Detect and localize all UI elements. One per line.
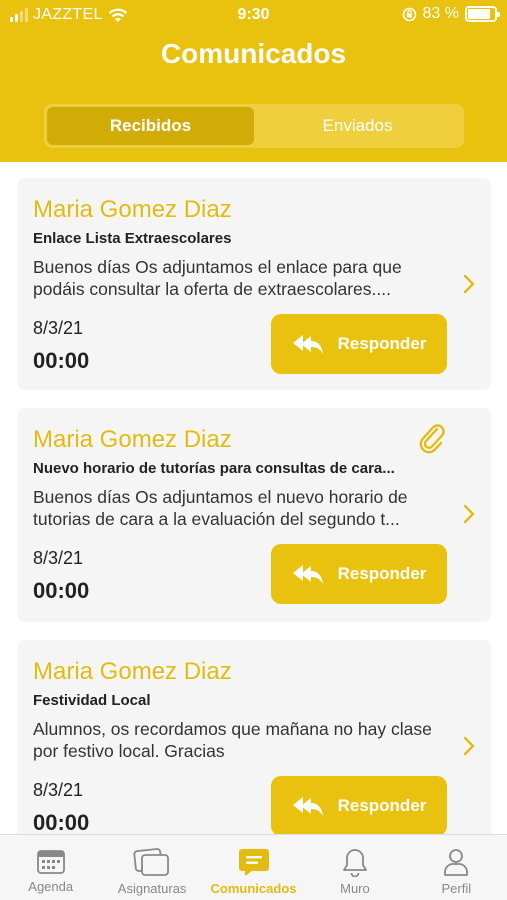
message-preview: Buenos días Os adjuntamos el nuevo horar… (33, 487, 408, 529)
tab-recibidos[interactable]: Recibidos (47, 107, 254, 145)
cards-icon (133, 848, 170, 876)
message-time: 00:00 (33, 810, 90, 834)
message-subject: Festividad Local (33, 692, 151, 709)
reply-button[interactable]: Responder (271, 544, 447, 604)
segmented-control: Recibidos Enviados (44, 104, 464, 148)
message-subject: Nuevo horario de tutorías para consultas… (33, 460, 395, 477)
tab-label: Asignaturas (117, 881, 187, 896)
chat-bubble-icon (238, 849, 269, 876)
tab-label: Comunicados (210, 881, 297, 896)
battery-percentage: 83 % (422, 5, 459, 22)
tab-comunicados[interactable]: Comunicados (203, 835, 304, 900)
person-icon (444, 849, 469, 876)
bell-icon (343, 849, 367, 877)
reply-all-icon (292, 797, 323, 816)
message-preview: Buenos días Os adjuntamos el enlace para… (33, 257, 402, 299)
status-bar: JAZZTEL 9:30 83 % (0, 0, 507, 32)
message-sender: Maria Gomez Diaz (33, 658, 232, 685)
tab-label: Agenda (28, 879, 74, 894)
tab-agenda[interactable]: Agenda (0, 835, 101, 900)
reply-button[interactable]: Responder (271, 776, 447, 834)
message-date: 8/3/21 (33, 780, 84, 800)
page-title: Comunicados (160, 38, 347, 69)
message-time: 00:00 (33, 578, 90, 603)
message-sender: Maria Gomez Diaz (33, 426, 232, 453)
tab-label: Perfil (441, 881, 472, 896)
messages-list[interactable]: Maria Gomez Diaz Enlace Lista Extraescol… (0, 162, 507, 834)
message-sender: Maria Gomez Diaz (33, 196, 232, 223)
chevron-right-icon[interactable] (463, 504, 475, 524)
reply-all-icon (292, 335, 323, 354)
tab-asignaturas[interactable]: Asignaturas (101, 835, 202, 900)
tab-label: Muro (340, 881, 370, 896)
tab-enviados[interactable]: Enviados (254, 107, 461, 145)
message-subject: Enlace Lista Extraescolares (33, 230, 232, 247)
tab-perfil[interactable]: Perfil (406, 835, 507, 900)
attachment-icon (419, 424, 445, 454)
message-date: 8/3/21 (33, 548, 84, 568)
bottom-tab-bar: Agenda Asignaturas Comunicados Muro Perf… (0, 834, 507, 900)
chevron-right-icon[interactable] (463, 274, 475, 294)
reply-button-label: Responder (337, 564, 427, 583)
tab-muro[interactable]: Muro (304, 835, 405, 900)
rotation-lock-icon (402, 7, 416, 21)
battery-icon (465, 6, 500, 22)
chevron-right-icon[interactable] (463, 736, 475, 756)
message-time: 00:00 (33, 348, 90, 373)
status-right: 83 % (402, 5, 500, 23)
message-preview: Alumnos, os recordamos que mañana no hay… (33, 719, 432, 761)
message-card[interactable]: Maria Gomez Diaz Festividad Local Alumno… (17, 640, 491, 834)
reply-button-label: Responder (337, 796, 427, 815)
message-date: 8/3/21 (33, 318, 84, 338)
battery-fill (468, 9, 490, 19)
calendar-icon (36, 850, 65, 874)
message-card[interactable]: Maria Gomez Diaz Enlace Lista Extraescol… (17, 178, 491, 390)
reply-all-icon (292, 565, 323, 584)
message-card[interactable]: Maria Gomez Diaz Nuevo horario de tutorí… (17, 408, 491, 622)
reply-button[interactable]: Responder (271, 314, 447, 374)
reply-button-label: Responder (337, 334, 427, 353)
header: JAZZTEL 9:30 83 % Comunicados Recibidos … (0, 0, 507, 162)
